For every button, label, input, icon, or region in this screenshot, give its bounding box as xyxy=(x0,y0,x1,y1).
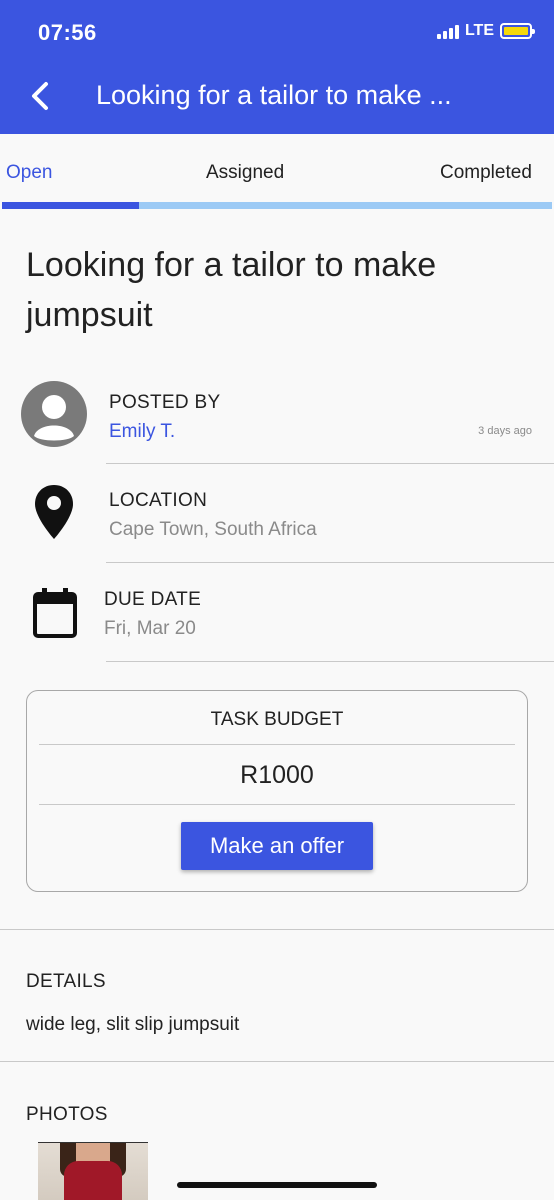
budget-label: TASK BUDGET xyxy=(210,709,344,730)
battery-icon xyxy=(500,23,535,39)
divider xyxy=(106,463,554,464)
make-offer-button[interactable]: Make an offer xyxy=(181,822,373,870)
back-button[interactable] xyxy=(22,78,58,114)
tab-open[interactable]: Open xyxy=(6,162,52,184)
signal-icon xyxy=(436,23,459,39)
due-date-value: Fri, Mar 20 xyxy=(104,618,196,639)
divider xyxy=(39,804,515,805)
budget-amount: R1000 xyxy=(240,761,314,789)
poster-name[interactable]: Emily T. xyxy=(109,421,175,443)
chevron-left-icon xyxy=(32,82,48,110)
map-pin-icon xyxy=(35,485,73,539)
location-row: LOCATION Cape Town, South Africa xyxy=(0,480,554,560)
details-label: DETAILS xyxy=(26,971,106,992)
status-tabs: Open Assigned Completed xyxy=(0,134,554,212)
app-header: 07:56 LTE Looking for a tailor to make .… xyxy=(0,0,554,134)
photos-label: PHOTOS xyxy=(26,1104,108,1125)
photo-thumbnail[interactable] xyxy=(38,1142,148,1200)
tab-completed[interactable]: Completed xyxy=(440,162,532,184)
header-title: Looking for a tailor to make ... xyxy=(96,80,452,110)
status-indicators: LTE xyxy=(436,22,535,40)
divider xyxy=(106,562,554,563)
divider xyxy=(0,1061,554,1062)
divider xyxy=(39,744,515,745)
posted-by-label: POSTED BY xyxy=(109,392,221,413)
home-indicator[interactable] xyxy=(177,1182,377,1188)
network-type: LTE xyxy=(464,22,494,39)
details-text: wide leg, slit slip jumpsuit xyxy=(26,1014,240,1035)
posted-by-row: POSTED BY Emily T. 3 days ago xyxy=(0,380,554,464)
tab-indicator xyxy=(2,202,139,209)
tab-assigned[interactable]: Assigned xyxy=(206,162,284,184)
posted-ago: 3 days ago xyxy=(478,425,532,437)
divider xyxy=(0,929,554,930)
location-label: LOCATION xyxy=(109,490,208,511)
calendar-icon xyxy=(33,588,77,638)
location-value: Cape Town, South Africa xyxy=(109,519,317,540)
due-date-label: DUE DATE xyxy=(104,589,202,610)
avatar-placeholder-icon xyxy=(21,381,87,447)
divider xyxy=(106,661,554,662)
due-date-row: DUE DATE Fri, Mar 20 xyxy=(0,580,554,660)
task-title: Looking for a tailor to make jumpsuit xyxy=(26,246,437,334)
status-time: 07:56 xyxy=(38,20,97,45)
budget-card: TASK BUDGET R1000 Make an offer xyxy=(26,690,528,892)
